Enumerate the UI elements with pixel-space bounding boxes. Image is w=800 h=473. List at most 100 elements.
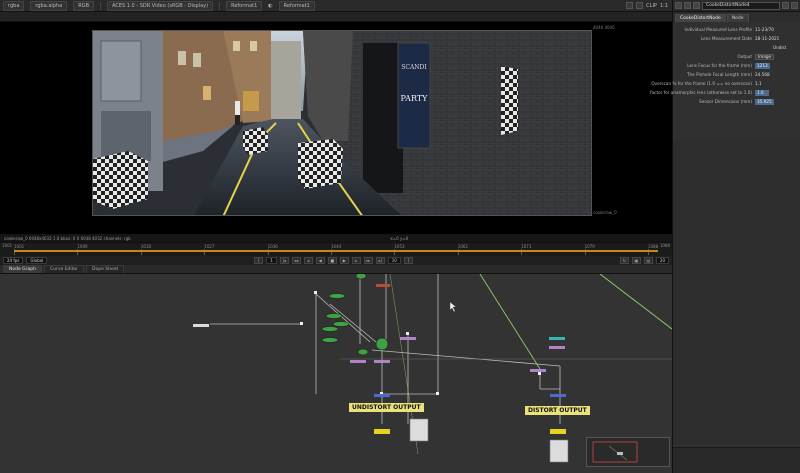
viewer-input-icon[interactable] — [693, 2, 700, 9]
cursor-position: x=0 y=0 — [390, 235, 409, 241]
mode-value[interactable]: Undist — [773, 45, 786, 51]
knob-row-lens-profile: Individual Measured Lens Profile 11-23/7… — [673, 26, 800, 35]
close-icon[interactable] — [791, 2, 798, 9]
timeline-tick-label: 1027 — [204, 244, 215, 249]
play-icon[interactable]: ▶ — [339, 257, 349, 264]
gain-icon[interactable] — [626, 2, 634, 9]
knob-row-lens-focus: Lens Focus for the frame (mm) 1213 — [673, 62, 800, 71]
overscan-value[interactable]: 1.1 — [755, 81, 762, 87]
anamorphic-field[interactable]: 1.6 — [755, 90, 769, 96]
cache-icon[interactable]: ▣ — [631, 257, 641, 264]
play-reverse-icon[interactable]: ◀ — [315, 257, 325, 264]
node-graph[interactable]: UNDISTORT OUTPUT DISTORT OUTPUT — [0, 274, 672, 473]
minimap-canvas — [592, 441, 638, 463]
layer-select[interactable]: rgba — [3, 0, 25, 11]
knob-row-overscan: Overscan % for the frame (1.0 == no over… — [651, 80, 800, 89]
node-color-icon[interactable] — [684, 2, 691, 9]
help-icon[interactable] — [782, 2, 789, 9]
timeline-start: 1001 — [2, 243, 13, 248]
stop-icon[interactable]: ■ — [327, 257, 337, 264]
measurement-date-value[interactable]: 28-11-2021 — [755, 36, 779, 42]
tab-dope-sheet[interactable]: Dope Sheet — [86, 265, 125, 273]
display-transform-select[interactable]: ACES 1.0 - SDR Video (sRGB - Display) — [107, 0, 214, 11]
lens-focus-field[interactable]: 1213 — [755, 63, 770, 69]
timeline[interactable]: 1001 1001 1009 1018 1027 1036 1044 1053 1062 107… — [0, 242, 672, 256]
timeline-tick-label: 1044 — [331, 244, 342, 249]
step-size-field[interactable]: 10 — [387, 257, 401, 264]
viewer[interactable]: 4040 4040 SCANDI PARTY cookeraw_0 — [0, 22, 672, 234]
lens-profile-value[interactable]: 11-23/70 — [755, 27, 774, 33]
playback-controls: 24 fps Global [ 1 |◂ ◂◂ ◂ ◀ ■ ▶ ▸ ▸▸ ▸| … — [0, 256, 672, 265]
tab-cookedistortnode[interactable]: CookeDistortNode — [675, 14, 726, 22]
timeline-tick-label: 1001 — [14, 244, 25, 249]
timeline-tick-label: 1018 — [140, 244, 151, 249]
viewer-image[interactable]: SCANDI PARTY — [92, 30, 592, 216]
properties-panel: CookeDistortNode4 CookeDistortNode Node … — [650, 0, 800, 473]
sensor-dimensions-field[interactable]: 35.925 — [755, 99, 774, 105]
pinhole-focal-value[interactable]: 24.568 — [755, 72, 770, 78]
step-back-icon[interactable]: ◂ — [303, 257, 313, 264]
knob-row-output: Output Image — [673, 53, 800, 62]
properties-knobs: Individual Measured Lens Profile 11-23/7… — [650, 22, 800, 107]
loop-icon[interactable]: ↻ — [619, 257, 629, 264]
knob-row-anamorphic: factor for anamorphic lens (otherwise se… — [650, 89, 800, 98]
toolbar-divider — [219, 1, 221, 10]
gamma-icon[interactable] — [636, 2, 644, 9]
current-frame-field[interactable]: 1 — [266, 257, 277, 264]
poster-title: SCANDI — [401, 64, 427, 71]
fps-field[interactable]: 24 fps — [3, 257, 24, 264]
zoom-select[interactable]: 1:1 — [660, 3, 668, 9]
node-name-field[interactable]: CookeDistortNode4 — [702, 1, 780, 10]
graph-tab-bar: Node Graph Curve Editor Dope Sheet — [0, 265, 672, 274]
bbox-top-label: 4040 4040 — [593, 25, 615, 30]
poster-party: PARTY — [401, 94, 429, 103]
knob-label: Lens Focus for the frame (mm) — [687, 63, 752, 68]
timeline-range-bar[interactable] — [14, 250, 658, 252]
tab-node-graph[interactable]: Node Graph — [3, 265, 42, 273]
first-frame-icon[interactable]: |◂ — [279, 257, 289, 264]
timeline-end: 1088 — [659, 243, 670, 248]
clip-toggle[interactable]: CLIP — [646, 3, 657, 9]
tab-curve-editor[interactable]: Curve Editor — [43, 265, 85, 273]
knob-label: Lens Measurement Date — [700, 36, 752, 41]
timeline-tick-label: 1062 — [457, 244, 468, 249]
alley-scene-image: SCANDI PARTY — [93, 31, 591, 215]
proxy-icon[interactable]: ▤ — [643, 257, 653, 264]
viewer-secondary-toolbar — [0, 12, 672, 22]
tab-node[interactable]: Node — [726, 14, 749, 22]
properties-status-area — [673, 447, 800, 473]
timeline-tick-label: 1009 — [77, 244, 88, 249]
knob-label: factor for anamorphic lens (otherwise se… — [650, 90, 752, 95]
input-a-select[interactable]: Reformat1 — [226, 0, 263, 11]
properties-header: CookeDistortNode4 — [673, 0, 800, 12]
prev-key-icon[interactable]: ◂◂ — [291, 257, 301, 264]
distort-output-backdrop-label[interactable]: DISTORT OUTPUT — [525, 406, 590, 415]
step-forward-icon[interactable]: ▸ — [351, 257, 361, 264]
next-key-icon[interactable]: ▸▸ — [363, 257, 373, 264]
undistort-output-backdrop-label[interactable]: UNDISTORT OUTPUT — [349, 403, 424, 412]
timeline-tick-label: 1071 — [521, 244, 532, 249]
playback-speed-field[interactable]: 20 — [655, 257, 669, 264]
knob-label: Individual Measured Lens Profile — [684, 27, 752, 32]
node-graph-canvas — [193, 274, 672, 463]
timeline-tick-label: 1079 — [584, 244, 595, 249]
channel-select[interactable]: rgba.alpha — [30, 0, 68, 11]
toolbar-divider — [100, 1, 102, 10]
knob-label: The Pinhole Focal Length (mm) — [686, 72, 752, 77]
last-frame-icon[interactable]: ▸| — [375, 257, 385, 264]
wipe-icon[interactable]: ◐ — [268, 3, 272, 9]
in-point-icon[interactable]: [ — [254, 257, 264, 264]
out-point-icon[interactable]: ] — [403, 257, 413, 264]
knob-label: Output — [737, 54, 752, 59]
timeline-mode-select[interactable]: Global — [26, 257, 48, 264]
timeline-tick-label: 1036 — [267, 244, 278, 249]
output-select[interactable]: Image — [755, 54, 775, 60]
colorspace-select[interactable]: RGB — [73, 0, 95, 11]
input-b-select[interactable]: Reformat1 — [278, 0, 315, 11]
node-graph-minimap[interactable] — [586, 437, 670, 467]
timeline-tick-label: 1088 — [648, 244, 659, 249]
knob-row-sensor-dimensions: Sensor Dimensions (mm) 35.925 — [673, 98, 800, 107]
collapse-icon[interactable] — [675, 2, 682, 9]
knob-row-measurement-date: Lens Measurement Date 28-11-2021 — [673, 35, 800, 44]
knob-row-mode: Undist — [673, 44, 800, 53]
